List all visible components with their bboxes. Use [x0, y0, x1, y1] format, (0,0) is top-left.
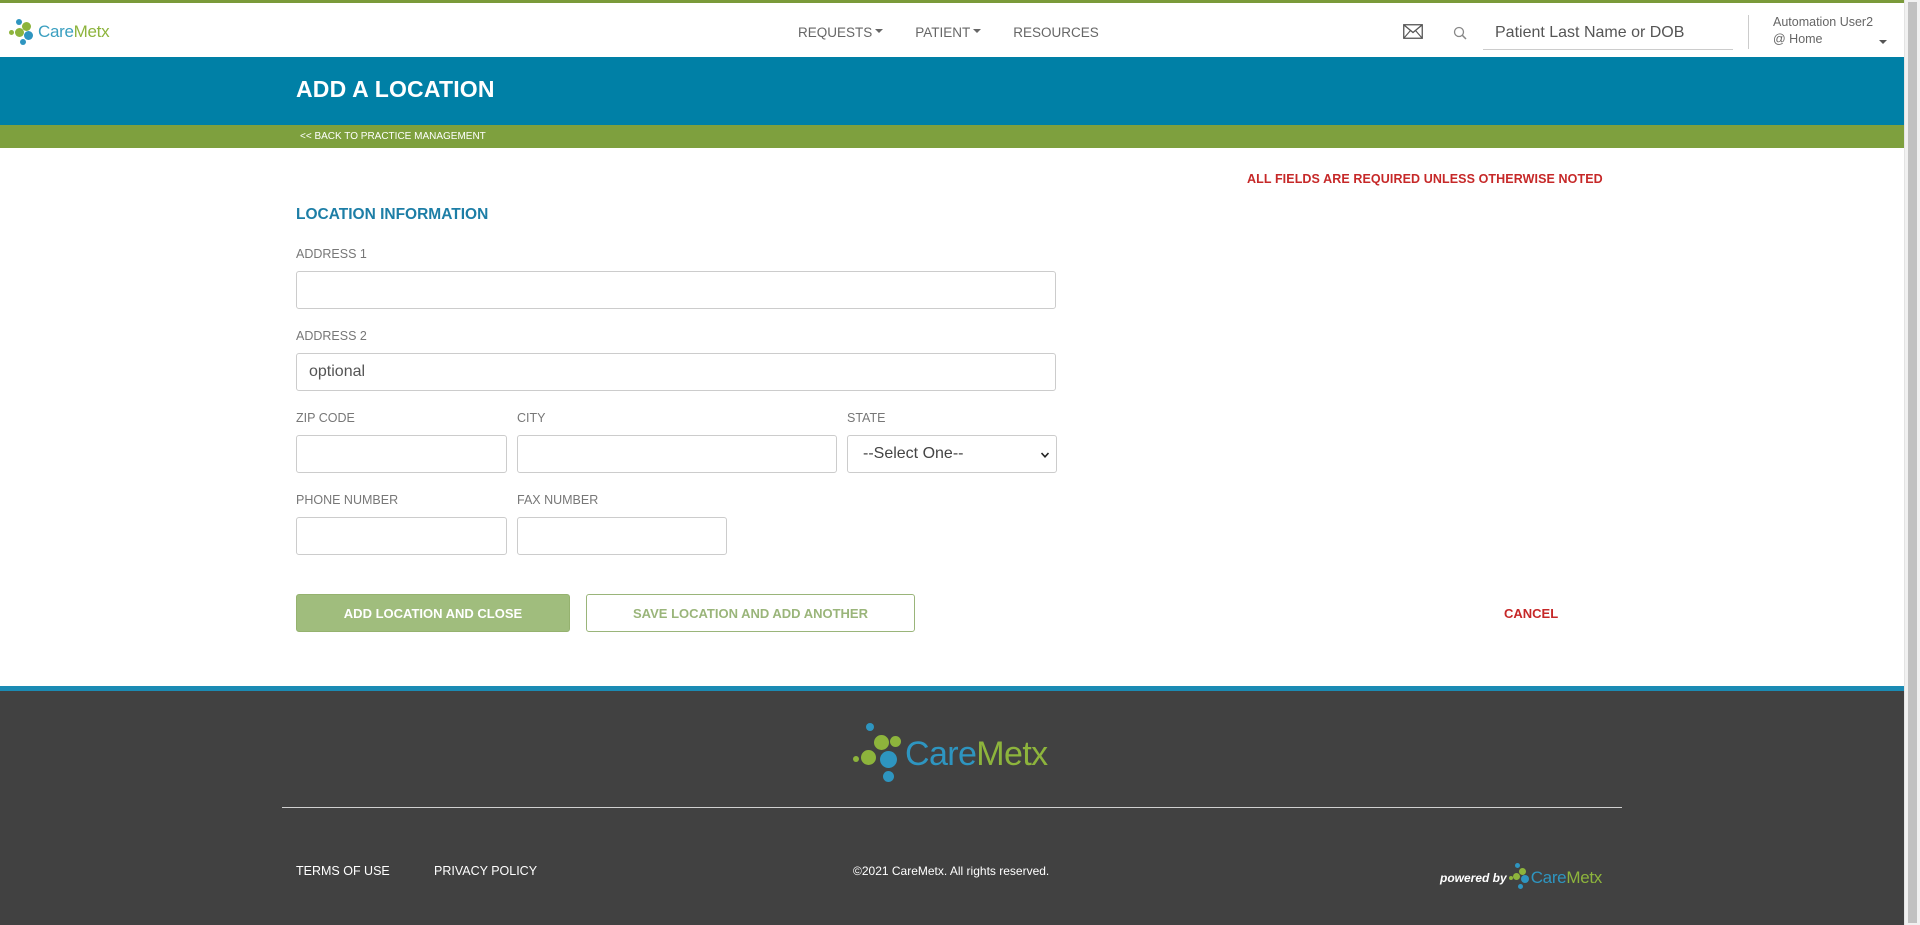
powered-by-label: powered by — [1440, 871, 1507, 885]
address2-input[interactable] — [296, 353, 1056, 391]
logo-dots-icon — [853, 723, 901, 785]
logo-text: CareMetx — [38, 22, 110, 41]
logo-dots-icon — [1508, 863, 1531, 893]
terms-of-use-link[interactable]: TERMS OF USE — [296, 864, 390, 878]
powered-logo-text: CareMetx — [1530, 868, 1603, 887]
zip-label: ZIP CODE — [296, 411, 355, 425]
nav-patient-label: PATIENT — [915, 25, 971, 40]
add-location-and-close-button[interactable]: ADD LOCATION AND CLOSE — [296, 594, 570, 632]
powered-by-caremetx: powered by CareMetx — [1440, 863, 1602, 893]
phone-input[interactable] — [296, 517, 507, 555]
state-label: STATE — [847, 411, 886, 425]
fax-input[interactable] — [517, 517, 727, 555]
search-icon[interactable] — [1453, 26, 1467, 40]
zip-input[interactable] — [296, 435, 507, 473]
logo-dots-icon — [8, 17, 36, 47]
nav-divider — [1748, 15, 1749, 49]
user-location: @ Home — [1773, 32, 1823, 46]
page-title: ADD A LOCATION — [296, 76, 495, 102]
state-selected-value: --Select One-- — [863, 445, 964, 462]
main-nav: REQUESTS PATIENT RESOURCES — [798, 25, 1099, 40]
cancel-button[interactable]: CANCEL — [1504, 606, 1558, 621]
footer: CareMetx TERMS OF USE PRIVACY POLICY ©20… — [0, 691, 1904, 925]
nav-patient[interactable]: PATIENT — [915, 25, 982, 40]
address1-label: ADDRESS 1 — [296, 247, 367, 261]
page-header: ADD A LOCATION — [0, 57, 1904, 125]
page: CareMetx REQUESTS PATIENT RESOURCES Pati… — [0, 0, 1904, 925]
nav-requests-label: REQUESTS — [798, 25, 873, 40]
footer-caremetx-logo: CareMetx — [853, 723, 1048, 785]
save-location-and-add-another-button[interactable]: SAVE LOCATION AND ADD ANOTHER — [586, 594, 915, 632]
user-name: Automation User2 — [1773, 15, 1874, 29]
required-fields-note: ALL FIELDS ARE REQUIRED UNLESS OTHERWISE… — [1247, 172, 1603, 186]
caret-down-icon — [973, 28, 982, 33]
section-title: LOCATION INFORMATION — [296, 206, 489, 223]
caret-down-icon — [875, 28, 884, 33]
breadcrumb-bar: << BACK TO PRACTICE MANAGEMENT — [0, 125, 1904, 148]
fax-label: FAX NUMBER — [517, 493, 599, 507]
nav-resources[interactable]: RESOURCES — [1013, 25, 1099, 40]
top-navbar: CareMetx REQUESTS PATIENT RESOURCES Pati… — [0, 0, 1904, 57]
address1-input[interactable] — [296, 271, 1056, 309]
back-to-practice-management-link[interactable]: << BACK TO PRACTICE MANAGEMENT — [300, 131, 486, 142]
city-input[interactable] — [517, 435, 837, 473]
footer-divider — [282, 807, 1622, 808]
scrollbar-thumb[interactable] — [1908, 2, 1917, 923]
address2-label: ADDRESS 2 — [296, 329, 367, 343]
nav-requests[interactable]: REQUESTS — [798, 25, 884, 40]
mail-icon[interactable] — [1403, 24, 1423, 39]
city-label: CITY — [517, 411, 546, 425]
privacy-policy-link[interactable]: PRIVACY POLICY — [434, 864, 537, 878]
caremetx-logo[interactable]: CareMetx — [8, 17, 110, 47]
state-select[interactable]: --Select One-- — [847, 435, 1057, 473]
footer-logo-text: CareMetx — [905, 734, 1048, 773]
copyright-text: ©2021 CareMetx. All rights reserved. — [853, 864, 1050, 878]
chevron-down-icon — [1041, 452, 1049, 458]
phone-label: PHONE NUMBER — [296, 493, 399, 507]
patient-search-input[interactable] — [1483, 16, 1733, 50]
user-menu[interactable]: Automation User2 @ Home — [1773, 14, 1873, 48]
page-scrollbar[interactable] — [1904, 0, 1920, 925]
user-menu-caret-icon[interactable] — [1879, 40, 1887, 44]
nav-resources-label: RESOURCES — [1013, 25, 1099, 40]
